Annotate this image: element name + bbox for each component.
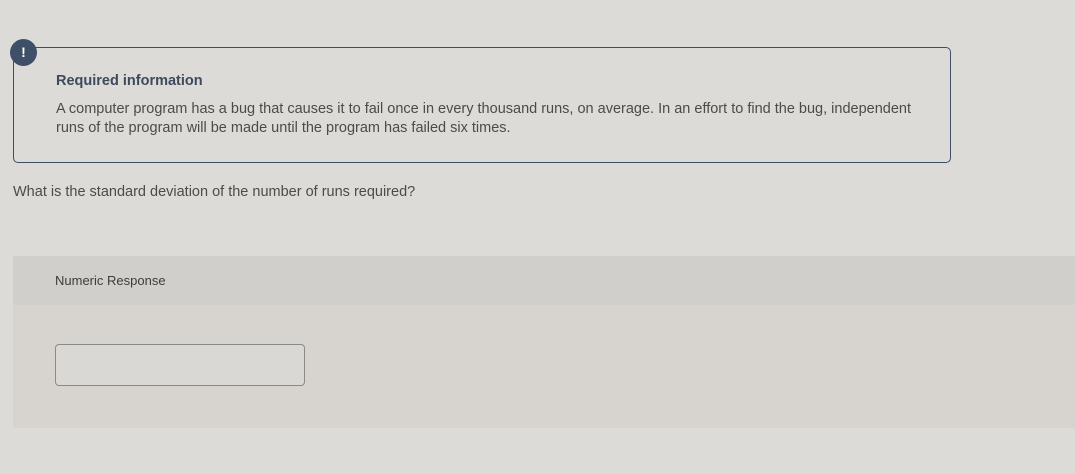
numeric-answer-input[interactable] bbox=[55, 344, 305, 386]
response-header: Numeric Response bbox=[13, 256, 1075, 305]
response-label: Numeric Response bbox=[55, 273, 166, 288]
info-title: Required information bbox=[56, 73, 203, 89]
question-text: What is the standard deviation of the nu… bbox=[13, 184, 416, 200]
exclamation-icon: ! bbox=[10, 39, 37, 66]
required-information-box: Required information A computer program … bbox=[13, 47, 951, 163]
response-panel: Numeric Response bbox=[13, 256, 1075, 428]
info-text: A computer program has a bug that causes… bbox=[56, 101, 911, 136]
